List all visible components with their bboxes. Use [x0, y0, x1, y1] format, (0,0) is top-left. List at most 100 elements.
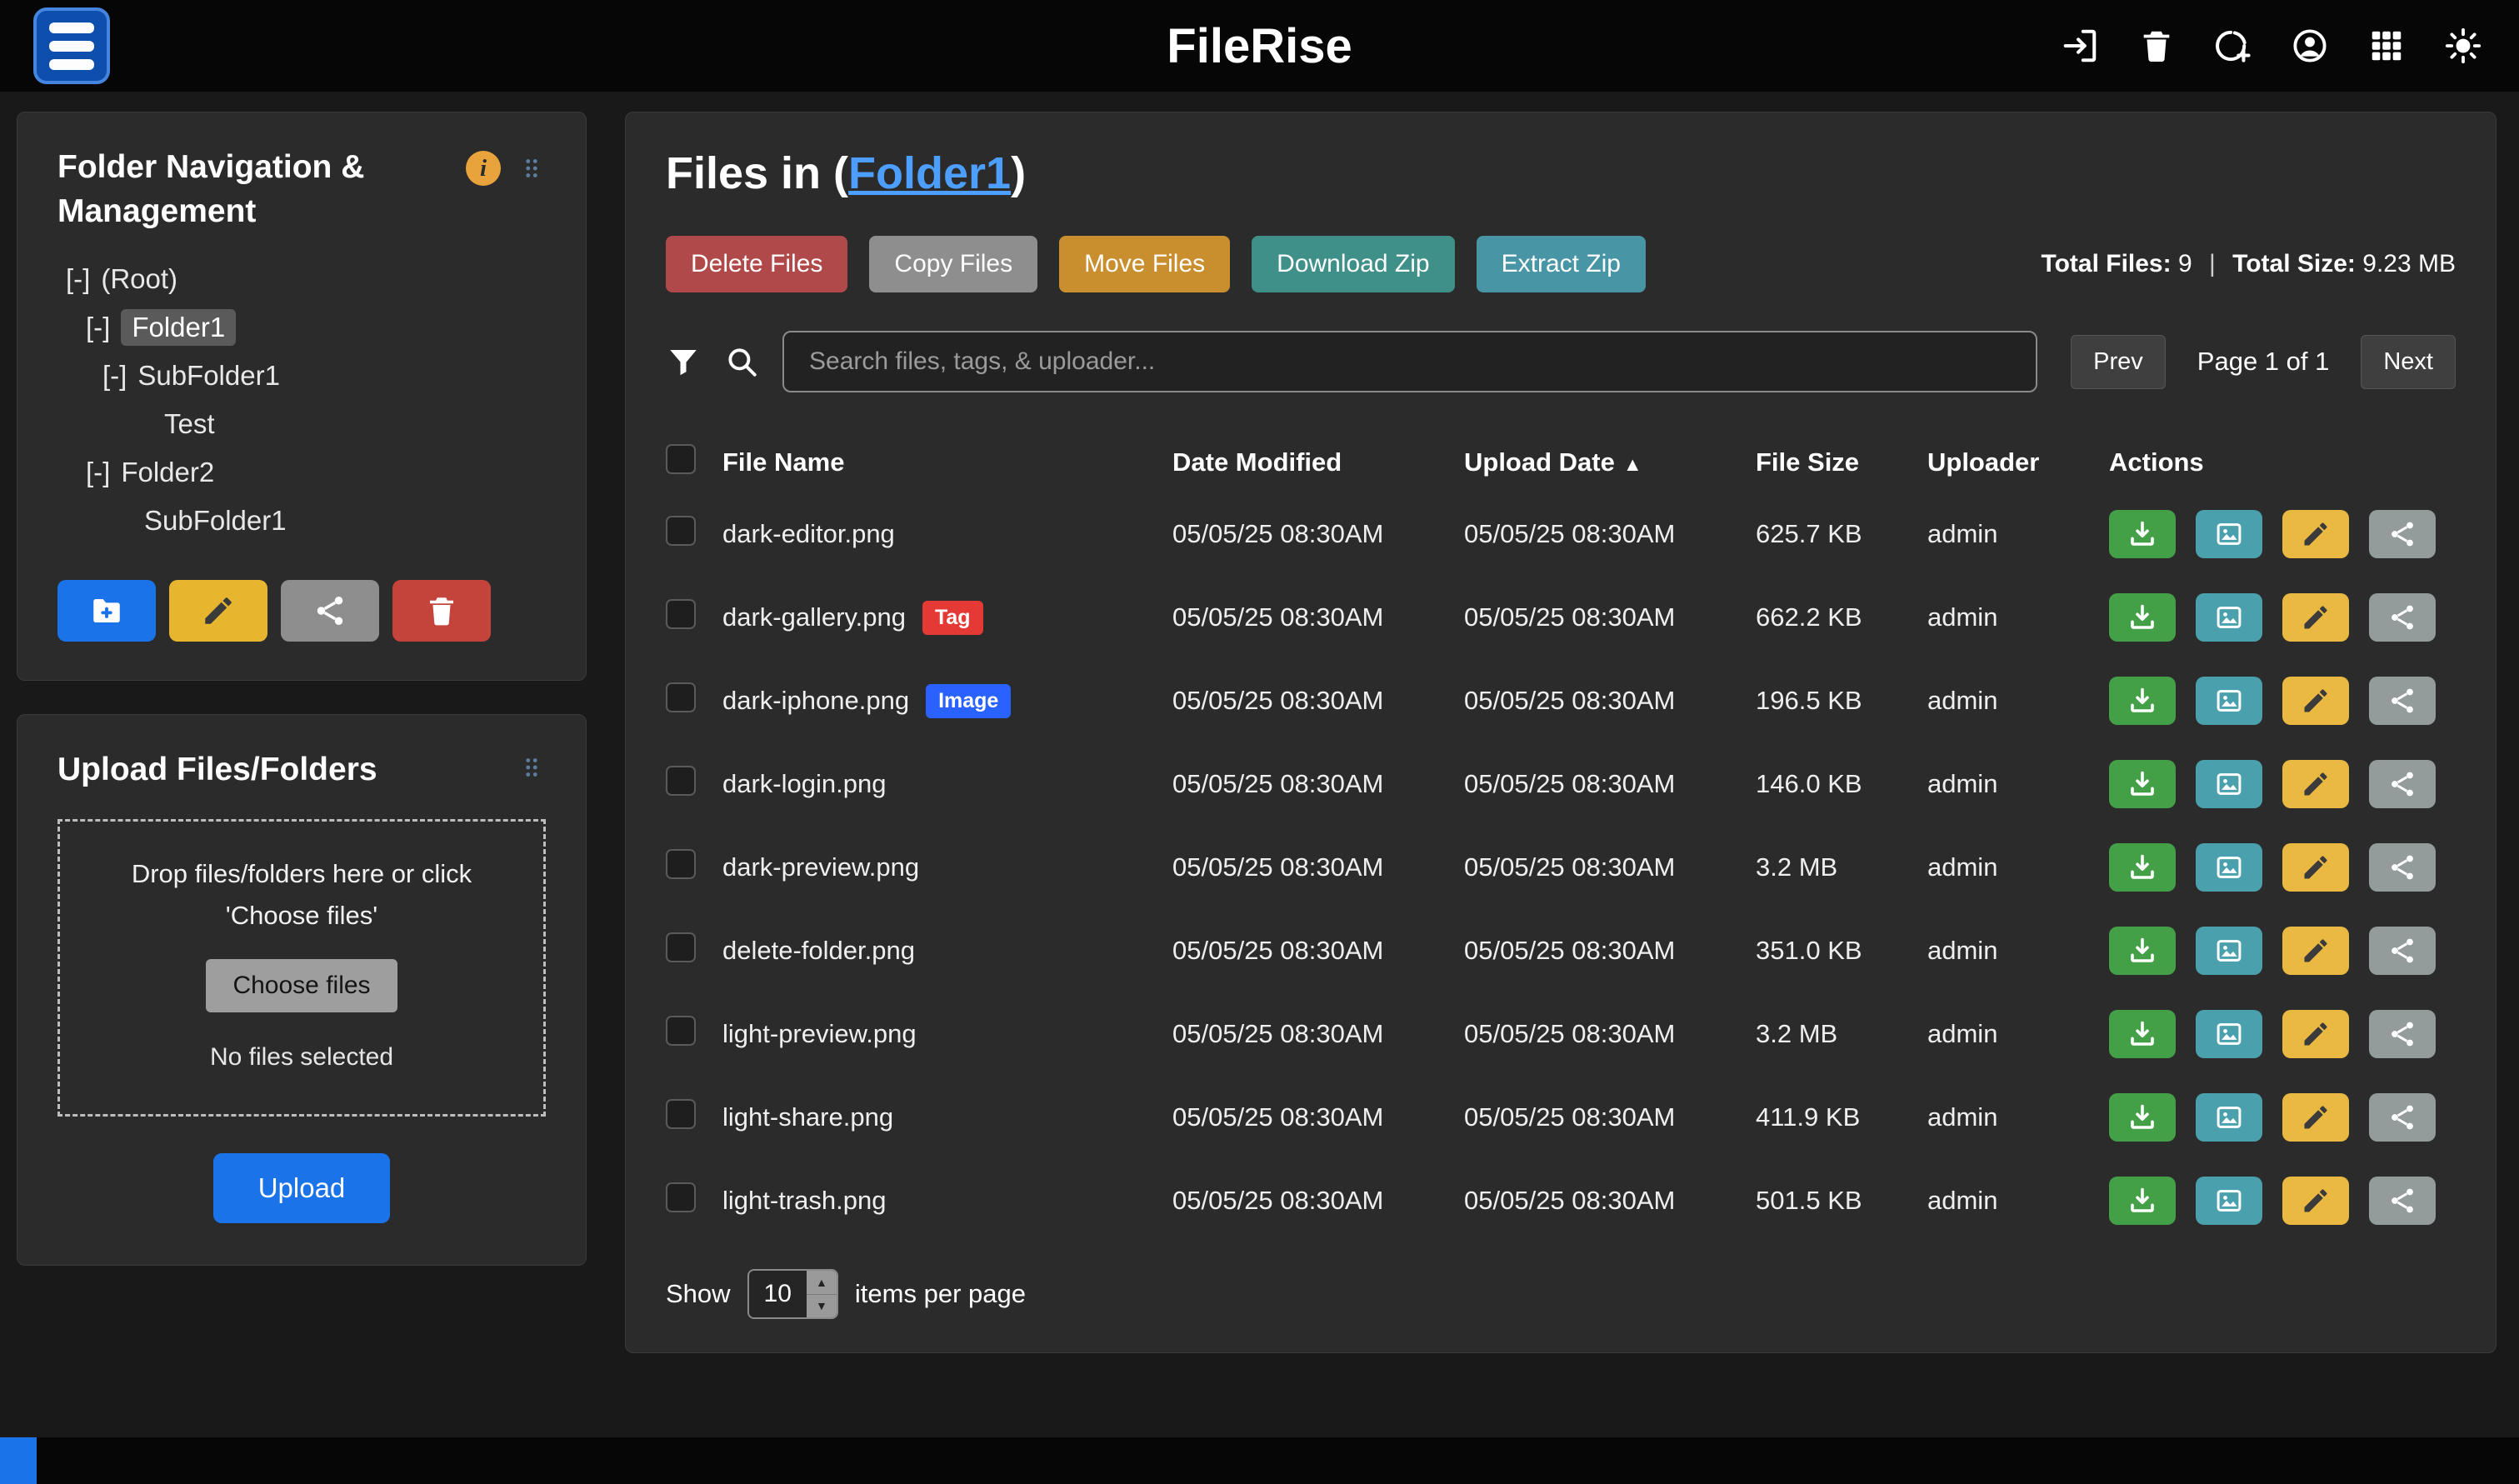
- preview-image-button[interactable]: [2196, 927, 2262, 975]
- share-button[interactable]: [2369, 1010, 2436, 1058]
- folder-label[interactable]: SubFolder1: [137, 360, 280, 392]
- folder-tree-item[interactable]: SubFolder1: [57, 497, 546, 545]
- edit-button[interactable]: [2282, 1093, 2349, 1142]
- folder-label[interactable]: SubFolder1: [144, 505, 287, 537]
- drag-handle-icon[interactable]: [517, 154, 546, 182]
- row-checkbox[interactable]: [666, 682, 696, 712]
- preview-image-button[interactable]: [2196, 760, 2262, 808]
- header-file-size[interactable]: File Size: [1756, 447, 1927, 477]
- preview-image-button[interactable]: [2196, 1177, 2262, 1225]
- prev-page-button[interactable]: Prev: [2071, 335, 2166, 389]
- row-checkbox[interactable]: [666, 516, 696, 546]
- folder-tree-item[interactable]: [-] Folder1: [57, 303, 546, 352]
- folder-tree-item[interactable]: Test: [57, 400, 546, 448]
- logout-icon[interactable]: [2057, 23, 2102, 68]
- upload-button[interactable]: Upload: [213, 1153, 391, 1223]
- extract-zip-button[interactable]: Extract Zip: [1477, 236, 1646, 292]
- preview-image-button[interactable]: [2196, 677, 2262, 725]
- file-name[interactable]: dark-editor.png: [722, 519, 895, 549]
- download-button[interactable]: [2109, 760, 2176, 808]
- share-button[interactable]: [2369, 1093, 2436, 1142]
- download-button[interactable]: [2109, 1010, 2176, 1058]
- edit-button[interactable]: [2282, 843, 2349, 892]
- header-file-name[interactable]: File Name: [722, 447, 1172, 477]
- preview-image-button[interactable]: [2196, 1093, 2262, 1142]
- share-button[interactable]: [2369, 593, 2436, 642]
- pie-chart-plus-icon[interactable]: [2211, 23, 2256, 68]
- delete-files-button[interactable]: Delete Files: [666, 236, 847, 292]
- folder-tree-item[interactable]: [-] (Root): [57, 255, 546, 303]
- folder-label[interactable]: (Root): [101, 263, 177, 295]
- select-all-checkbox[interactable]: [666, 444, 696, 474]
- app-logo[interactable]: [33, 7, 110, 84]
- items-per-page-stepper[interactable]: 10 ▲ ▼: [747, 1269, 838, 1319]
- stepper-up-icon[interactable]: ▲: [807, 1271, 837, 1294]
- folder-toggle[interactable]: [-]: [102, 360, 127, 392]
- current-folder-link[interactable]: Folder1: [848, 148, 1011, 198]
- download-button[interactable]: [2109, 927, 2176, 975]
- share-button[interactable]: [2369, 760, 2436, 808]
- apps-grid-icon[interactable]: [2364, 23, 2409, 68]
- row-checkbox[interactable]: [666, 1099, 696, 1129]
- folder-tree-item[interactable]: [-] SubFolder1: [57, 352, 546, 400]
- copy-files-button[interactable]: Copy Files: [869, 236, 1037, 292]
- rename-folder-button[interactable]: [169, 580, 267, 642]
- trash-icon[interactable]: [2134, 23, 2179, 68]
- edit-button[interactable]: [2282, 1010, 2349, 1058]
- row-checkbox[interactable]: [666, 599, 696, 629]
- download-button[interactable]: [2109, 1093, 2176, 1142]
- search-input[interactable]: [782, 331, 2037, 392]
- delete-folder-button[interactable]: [392, 580, 491, 642]
- share-button[interactable]: [2369, 677, 2436, 725]
- edit-button[interactable]: [2282, 1177, 2349, 1225]
- edit-button[interactable]: [2282, 510, 2349, 558]
- stepper-down-icon[interactable]: ▼: [807, 1294, 837, 1318]
- share-button[interactable]: [2369, 843, 2436, 892]
- preview-image-button[interactable]: [2196, 510, 2262, 558]
- edit-button[interactable]: [2282, 760, 2349, 808]
- share-button[interactable]: [2369, 510, 2436, 558]
- row-checkbox[interactable]: [666, 932, 696, 962]
- download-button[interactable]: [2109, 593, 2176, 642]
- header-upload-date[interactable]: Upload Date▲: [1464, 447, 1756, 477]
- folder-label[interactable]: Folder2: [121, 457, 214, 488]
- folder-tree-item[interactable]: [-] Folder2: [57, 448, 546, 497]
- file-dropzone[interactable]: Drop files/folders here or click 'Choose…: [57, 819, 546, 1117]
- row-checkbox[interactable]: [666, 849, 696, 879]
- header-date-modified[interactable]: Date Modified: [1172, 447, 1464, 477]
- drag-handle-icon[interactable]: [517, 753, 546, 782]
- create-folder-button[interactable]: [57, 580, 156, 642]
- row-checkbox[interactable]: [666, 766, 696, 796]
- download-zip-button[interactable]: Download Zip: [1252, 236, 1454, 292]
- file-name[interactable]: dark-preview.png: [722, 852, 919, 882]
- preview-image-button[interactable]: [2196, 1010, 2262, 1058]
- share-button[interactable]: [2369, 1177, 2436, 1225]
- file-name[interactable]: delete-folder.png: [722, 936, 915, 966]
- share-folder-button[interactable]: [281, 580, 379, 642]
- download-button[interactable]: [2109, 677, 2176, 725]
- folder-toggle[interactable]: [-]: [86, 457, 110, 488]
- move-files-button[interactable]: Move Files: [1059, 236, 1230, 292]
- file-name[interactable]: dark-login.png: [722, 769, 886, 799]
- search-icon[interactable]: [724, 344, 759, 379]
- choose-files-button[interactable]: Choose files: [206, 959, 397, 1012]
- edit-button[interactable]: [2282, 927, 2349, 975]
- next-page-button[interactable]: Next: [2361, 335, 2456, 389]
- file-name[interactable]: dark-iphone.png: [722, 686, 909, 716]
- filter-icon[interactable]: [666, 344, 701, 379]
- download-button[interactable]: [2109, 1177, 2176, 1225]
- row-checkbox[interactable]: [666, 1182, 696, 1212]
- folder-toggle[interactable]: [-]: [66, 263, 90, 295]
- preview-image-button[interactable]: [2196, 843, 2262, 892]
- preview-image-button[interactable]: [2196, 593, 2262, 642]
- share-button[interactable]: [2369, 927, 2436, 975]
- download-button[interactable]: [2109, 843, 2176, 892]
- file-name[interactable]: dark-gallery.png: [722, 602, 906, 632]
- light-mode-toggle-icon[interactable]: [2441, 23, 2486, 68]
- file-name[interactable]: light-trash.png: [722, 1186, 886, 1216]
- folder-label[interactable]: Folder1: [121, 309, 236, 346]
- header-uploader[interactable]: Uploader: [1927, 447, 2109, 477]
- file-name[interactable]: light-share.png: [722, 1102, 893, 1132]
- row-checkbox[interactable]: [666, 1016, 696, 1046]
- download-button[interactable]: [2109, 510, 2176, 558]
